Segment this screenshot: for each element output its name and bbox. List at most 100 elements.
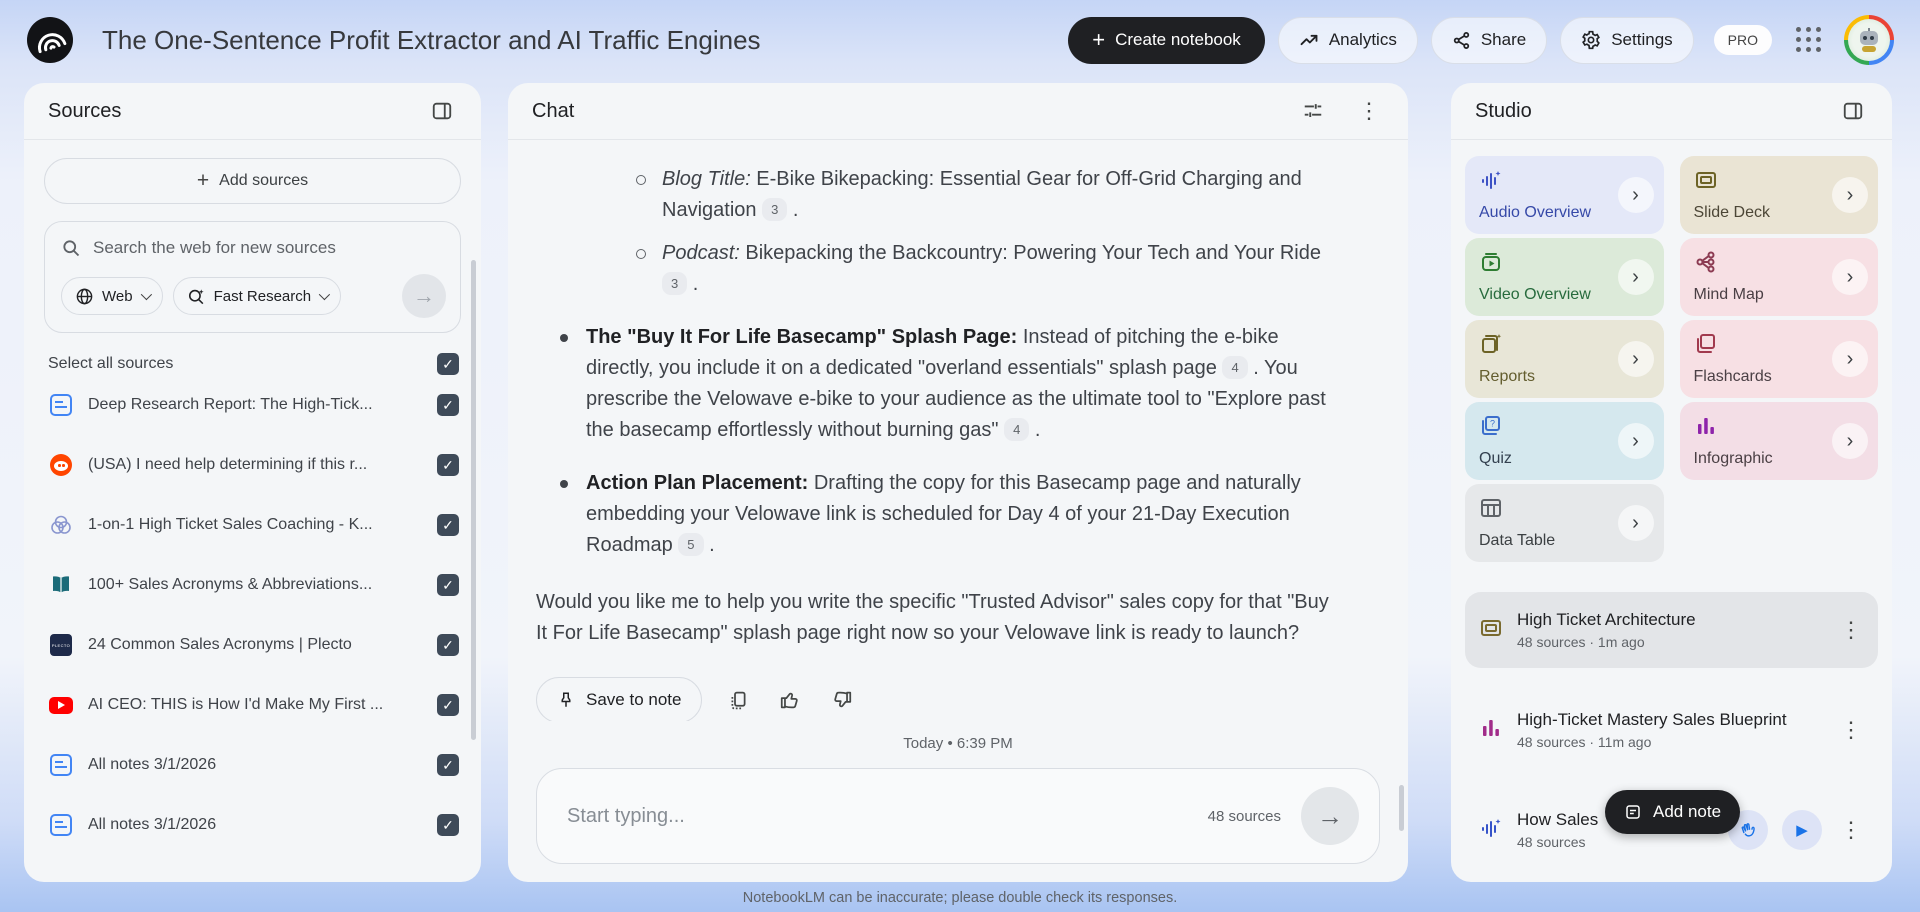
- web-scope-dropdown[interactable]: Web: [61, 277, 163, 315]
- chat-message-area: Blog Title: E-Bike Bikepacking: Essentia…: [536, 164, 1380, 721]
- tile-open-chevron-button[interactable]: ›: [1832, 341, 1868, 377]
- reddit-icon: [50, 454, 72, 476]
- citation-chip[interactable]: 3: [762, 198, 788, 221]
- note-menu-button[interactable]: ⋮: [1836, 715, 1866, 745]
- tile-open-chevron-button[interactable]: ›: [1832, 259, 1868, 295]
- studio-tile-audio-overview[interactable]: Audio Overview ›: [1465, 156, 1664, 234]
- chat-panel: Chat ⋮ Blog Title: E-Bike Bikepacking: E…: [508, 83, 1408, 882]
- note-type-icon: [1479, 816, 1503, 845]
- sources-scrollbar[interactable]: [471, 260, 476, 740]
- fast-research-icon: [188, 288, 204, 304]
- chat-scrollbar[interactable]: [1399, 785, 1404, 831]
- source-checkbox[interactable]: ✓: [437, 394, 459, 416]
- tile-open-chevron-button[interactable]: ›: [1832, 177, 1868, 213]
- robot-avatar-image: [1858, 28, 1880, 52]
- add-note-button[interactable]: Add note: [1605, 790, 1741, 834]
- source-list-item[interactable]: All notes 3/1/2026 ✓: [44, 795, 461, 855]
- notebook-title[interactable]: The One-Sentence Profit Extractor and AI…: [102, 25, 1055, 56]
- select-all-checkbox[interactable]: ✓: [437, 353, 459, 375]
- studio-tile-reports[interactable]: Reports ›: [1465, 320, 1664, 398]
- tile-open-chevron-button[interactable]: ›: [1617, 505, 1654, 541]
- arrow-right-icon: →: [413, 283, 435, 308]
- source-title: AI CEO: THIS is How I'd Make My First ..…: [88, 696, 384, 713]
- source-title: 100+ Sales Acronyms & Abbreviations...: [88, 576, 373, 593]
- citation-chip[interactable]: 3: [662, 272, 688, 295]
- source-list-item[interactable]: 1-on-1 High Ticket Sales Coaching - K...…: [44, 495, 461, 555]
- tile-open-chevron-button[interactable]: ›: [1832, 423, 1868, 459]
- thumbs-up-button[interactable]: [775, 685, 805, 715]
- source-title: (USA) I need help determining if this r.…: [88, 456, 368, 473]
- note-type-icon: [1479, 616, 1503, 645]
- chat-bullet: Action Plan Placement: Drafting the copy…: [558, 468, 1330, 561]
- studio-note-item[interactable]: High-Ticket Mastery Sales Blueprint 48 so…: [1465, 692, 1878, 768]
- citation-chip[interactable]: 4: [1004, 418, 1030, 441]
- source-list-item[interactable]: (USA) I need help determining if this r.…: [44, 435, 461, 495]
- search-sources-input[interactable]: [93, 238, 446, 258]
- studio-tile-mind-map[interactable]: Mind Map ›: [1679, 238, 1878, 316]
- app-header: The One-Sentence Profit Extractor and AI…: [0, 0, 1920, 80]
- search-submit-button[interactable]: →: [402, 274, 446, 318]
- copy-response-button[interactable]: [724, 686, 753, 715]
- studio-tile-slide-deck[interactable]: Slide Deck ›: [1679, 156, 1878, 234]
- source-checkbox[interactable]: ✓: [437, 514, 459, 536]
- source-list-item[interactable]: Deep Research Report: The High-Tick... ✓: [44, 375, 461, 435]
- chat-menu-button[interactable]: ⋮: [1354, 96, 1384, 126]
- sources-panel-title: Sources: [48, 99, 122, 122]
- send-message-button[interactable]: →: [1301, 787, 1359, 845]
- book-icon: [53, 576, 69, 593]
- apps-grid-icon[interactable]: [1796, 27, 1822, 53]
- source-checkbox[interactable]: ✓: [437, 694, 459, 716]
- studio-tile-infographic[interactable]: Infographic ›: [1679, 402, 1878, 480]
- studio-tile-flashcards[interactable]: Flashcards ›: [1679, 320, 1878, 398]
- source-list-item[interactable]: All notes 3/1/2026 ✓: [44, 735, 461, 795]
- studio-tile-quiz[interactable]: ? Quiz ›: [1465, 402, 1664, 480]
- source-checkbox[interactable]: ✓: [437, 574, 459, 596]
- share-button[interactable]: Share: [1430, 16, 1548, 64]
- tile-open-chevron-button[interactable]: ›: [1617, 423, 1654, 459]
- tile-open-chevron-button[interactable]: ›: [1617, 259, 1654, 295]
- source-list-item[interactable]: AI CEO: THIS is How I'd Make My First ..…: [44, 675, 461, 735]
- studio-tile-data-table[interactable]: Data Table ›: [1465, 484, 1664, 562]
- panel-collapse-icon: [1843, 102, 1863, 120]
- play-audio-button[interactable]: ▶: [1782, 810, 1822, 850]
- create-notebook-button[interactable]: + Create notebook: [1068, 16, 1265, 64]
- source-checkbox[interactable]: ✓: [437, 454, 459, 476]
- citation-chip[interactable]: 4: [1222, 356, 1248, 379]
- studio-tile-video-overview[interactable]: Video Overview ›: [1465, 238, 1664, 316]
- select-all-label: Select all sources: [48, 355, 174, 372]
- user-avatar[interactable]: [1844, 15, 1894, 65]
- analytics-button[interactable]: Analytics: [1277, 16, 1418, 64]
- chat-panel-title: Chat: [532, 99, 575, 122]
- collapse-studio-panel-button[interactable]: [1838, 96, 1868, 126]
- note-type-icon: [1479, 716, 1503, 745]
- panel-collapse-icon: [432, 102, 452, 120]
- studio-note-item[interactable]: High Ticket Architecture 48 sources · 1m …: [1465, 592, 1878, 668]
- sources-panel: Sources + Add sources Web Fast Research: [24, 83, 481, 882]
- source-list: Deep Research Report: The High-Tick... ✓ (…: [44, 375, 461, 855]
- web-search-card: Web Fast Research →: [44, 221, 461, 333]
- source-list-item[interactable]: 100+ Sales Acronyms & Abbreviations... ✓: [44, 555, 461, 615]
- thumbs-down-button[interactable]: [827, 685, 857, 715]
- tile-open-chevron-button[interactable]: ›: [1617, 177, 1654, 213]
- source-title: All notes 3/1/2026: [88, 816, 217, 833]
- chat-settings-button[interactable]: [1298, 96, 1328, 126]
- note-menu-button[interactable]: ⋮: [1836, 815, 1866, 845]
- add-sources-button[interactable]: + Add sources: [44, 158, 461, 204]
- source-checkbox[interactable]: ✓: [437, 814, 459, 836]
- notebooklm-logo-icon[interactable]: [26, 16, 74, 64]
- youtube-icon: [49, 696, 73, 714]
- note-menu-button[interactable]: ⋮: [1836, 615, 1866, 645]
- source-checkbox[interactable]: ✓: [437, 634, 459, 656]
- source-checkbox[interactable]: ✓: [437, 754, 459, 776]
- collapse-sources-panel-button[interactable]: [427, 96, 457, 126]
- source-list-item[interactable]: PLECTO 24 Common Sales Acronyms | Plecto ✓: [44, 615, 461, 675]
- settings-button[interactable]: Settings: [1560, 16, 1694, 64]
- chat-input[interactable]: [567, 804, 1188, 828]
- note-meta: 48 sources · 1m ago: [1517, 634, 1645, 650]
- citation-chip[interactable]: 5: [678, 533, 704, 556]
- research-mode-dropdown[interactable]: Fast Research: [172, 277, 342, 315]
- source-title: Deep Research Report: The High-Tick...: [88, 396, 373, 413]
- wave-hand-icon: [1741, 823, 1755, 837]
- save-to-note-button[interactable]: Save to note: [536, 677, 703, 721]
- tile-open-chevron-button[interactable]: ›: [1617, 341, 1654, 377]
